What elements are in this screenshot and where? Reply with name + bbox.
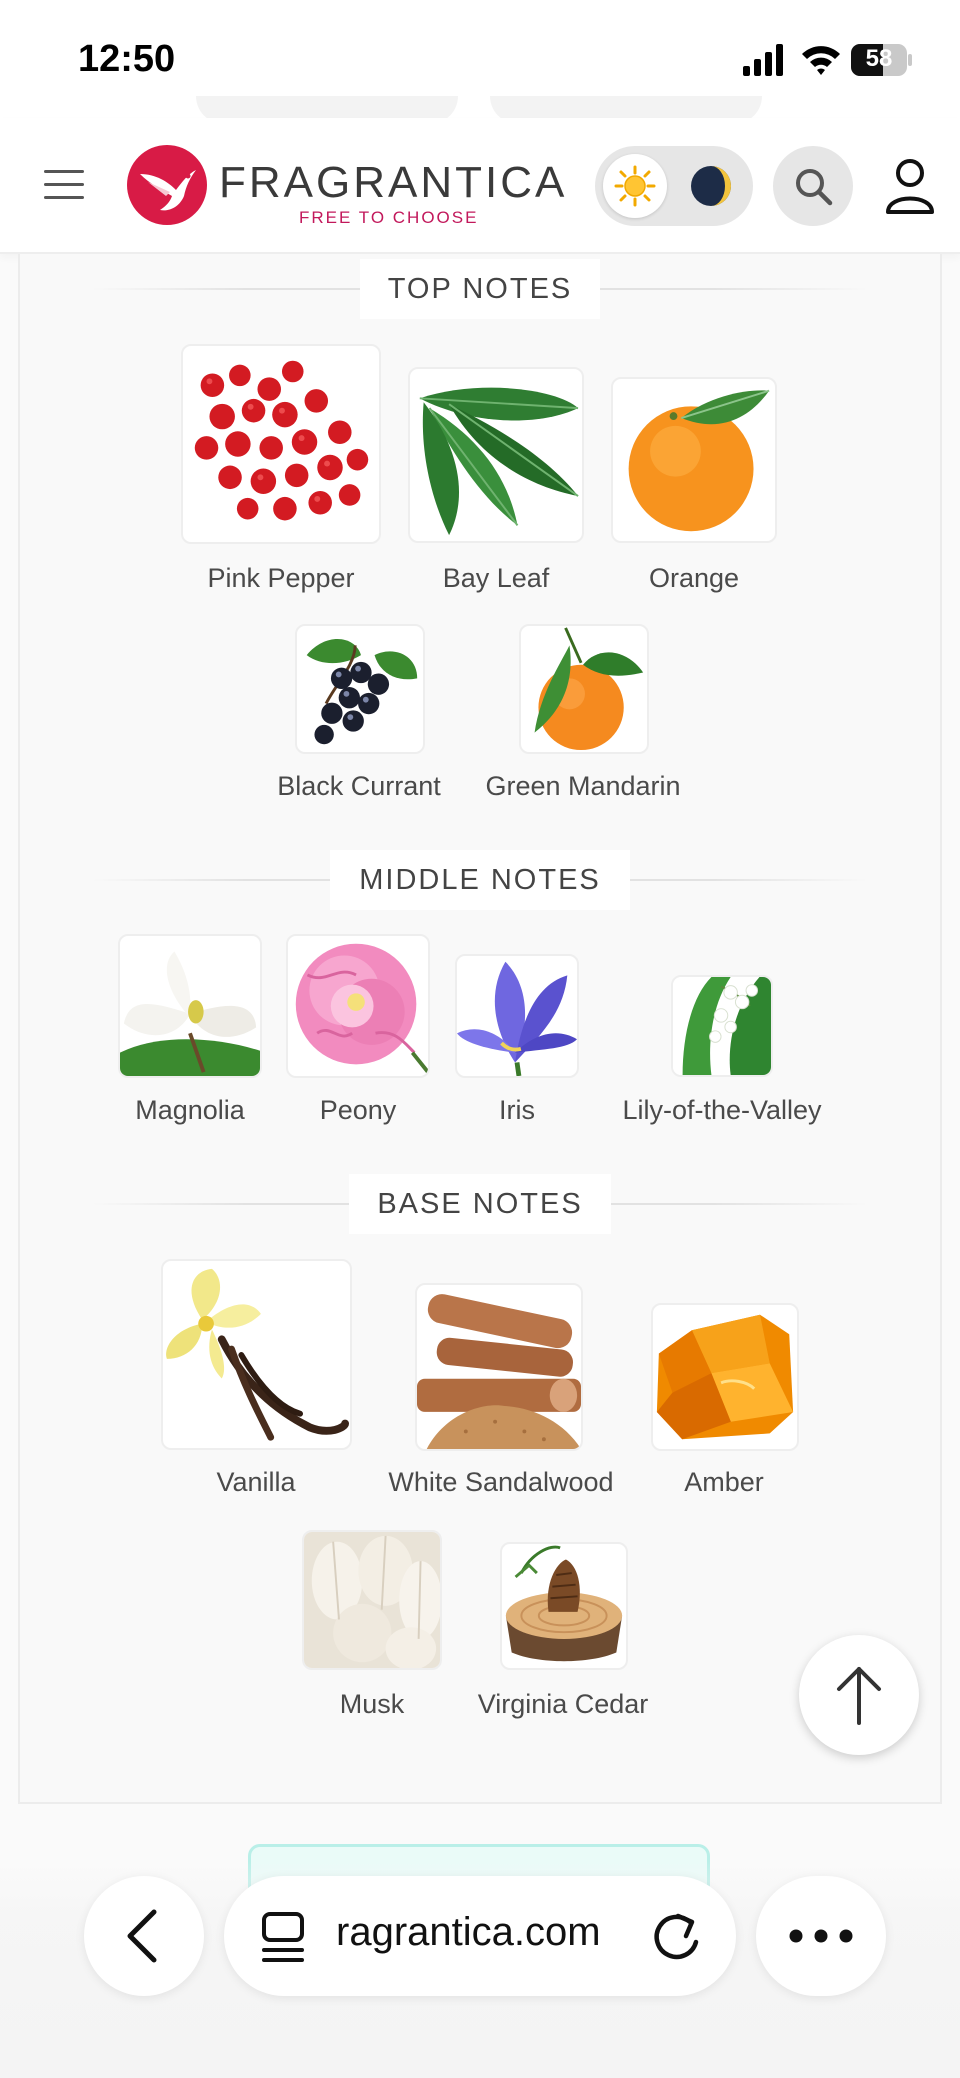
note-label[interactable]: Vanilla xyxy=(216,1467,295,1498)
back-to-top-button[interactable] xyxy=(799,1635,919,1755)
iris-icon[interactable] xyxy=(455,954,579,1078)
note-label[interactable]: Peony xyxy=(320,1095,397,1126)
note-label[interactable]: Pink Pepper xyxy=(207,563,354,594)
sandalwood-icon[interactable] xyxy=(415,1283,583,1451)
note-label[interactable]: Orange xyxy=(649,563,739,594)
orange-icon[interactable] xyxy=(611,377,777,543)
note-label[interactable]: Amber xyxy=(684,1467,764,1498)
status-bar: 12:50 58 xyxy=(0,0,960,118)
back-icon xyxy=(127,1909,157,1963)
arrow-up-icon xyxy=(837,1667,881,1725)
bay-leaf-icon[interactable] xyxy=(408,367,584,543)
top-notes-title: TOP NOTES xyxy=(360,259,600,319)
url-text[interactable]: ragrantica.com xyxy=(336,1910,601,1955)
back-button[interactable] xyxy=(84,1876,204,1996)
lily-of-the-valley-icon[interactable] xyxy=(671,975,773,1077)
musk-icon[interactable] xyxy=(302,1530,442,1670)
battery-tip xyxy=(908,54,912,66)
status-time: 12:50 xyxy=(78,38,176,80)
search-button[interactable] xyxy=(773,146,853,226)
theme-toggle[interactable] xyxy=(595,146,753,226)
sun-icon xyxy=(614,165,656,207)
wifi-icon xyxy=(802,46,840,75)
black-currant-icon[interactable] xyxy=(295,624,425,754)
menu-icon[interactable] xyxy=(44,170,84,200)
note-label[interactable]: Green Mandarin xyxy=(485,771,680,802)
reload-icon[interactable] xyxy=(650,1908,704,1964)
cellular-signal-icon xyxy=(743,44,783,76)
battery-body: 58 xyxy=(851,44,907,76)
page: 12:50 58 FRAGRANTICA FREE TO CHOOSE TOP … xyxy=(0,0,960,2078)
base-notes-header: BASE NOTES xyxy=(0,1174,960,1234)
search-icon xyxy=(796,169,833,206)
more-button[interactable] xyxy=(756,1876,886,1996)
note-label[interactable]: Virginia Cedar xyxy=(478,1689,649,1720)
middle-notes-title: MIDDLE NOTES xyxy=(330,850,630,910)
moon-icon xyxy=(691,166,731,206)
note-label[interactable]: Black Currant xyxy=(277,771,441,802)
base-notes-title: BASE NOTES xyxy=(349,1174,611,1234)
brand-name[interactable]: FRAGRANTICA xyxy=(219,158,567,208)
note-label[interactable]: Musk xyxy=(340,1689,405,1720)
site-header: FRAGRANTICA FREE TO CHOOSE xyxy=(0,118,960,254)
middle-notes-header: MIDDLE NOTES xyxy=(0,850,960,910)
brand-tagline: FREE TO CHOOSE xyxy=(299,208,479,227)
vanilla-icon[interactable] xyxy=(161,1259,352,1450)
battery-indicator: 58 xyxy=(851,44,912,76)
note-label[interactable]: White Sandalwood xyxy=(388,1467,613,1498)
note-label[interactable]: Bay Leaf xyxy=(443,563,550,594)
user-icon[interactable] xyxy=(884,158,936,216)
address-bar[interactable]: ragrantica.com xyxy=(224,1876,736,1996)
card-bottom-divider xyxy=(18,1802,942,1804)
battery-level: 58 xyxy=(865,45,893,72)
note-label[interactable]: Magnolia xyxy=(135,1095,245,1126)
note-label[interactable]: Lily-of-the-Valley xyxy=(622,1095,821,1126)
peony-icon[interactable] xyxy=(286,934,430,1078)
pink-pepper-icon[interactable] xyxy=(181,344,381,544)
note-label[interactable]: Iris xyxy=(499,1095,535,1126)
tabs-icon xyxy=(262,1912,304,1962)
top-notes-header: TOP NOTES xyxy=(0,259,960,319)
more-icon xyxy=(789,1929,853,1943)
theme-toggle-knob xyxy=(603,154,667,218)
cedar-icon[interactable] xyxy=(500,1542,628,1670)
magnolia-icon[interactable] xyxy=(118,934,262,1078)
amber-icon[interactable] xyxy=(651,1303,799,1451)
hummingbird-logo-icon[interactable] xyxy=(126,144,208,226)
green-mandarin-icon[interactable] xyxy=(519,624,649,754)
